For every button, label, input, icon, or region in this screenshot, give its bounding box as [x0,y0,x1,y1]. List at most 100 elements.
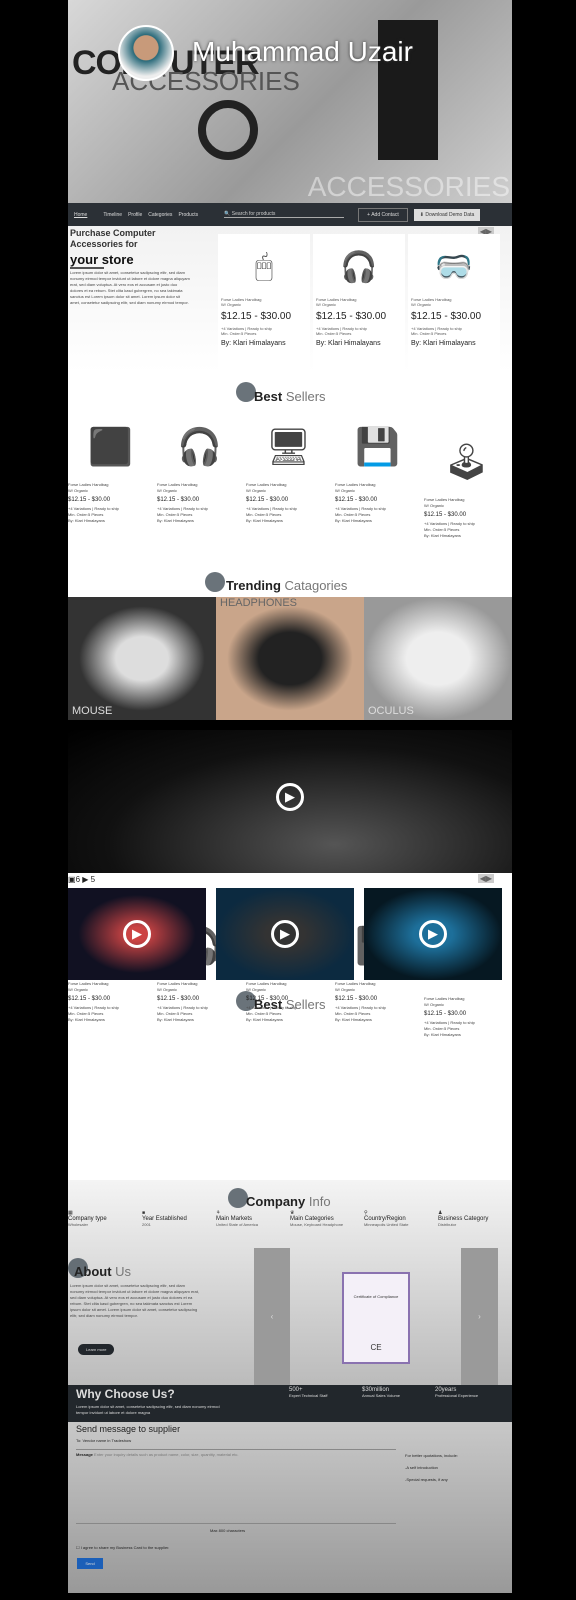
product-image: 🖥 [265,426,312,467]
product-vendor: By: Klari Himalayans [68,518,105,523]
play-icon[interactable]: ▶ [419,920,447,948]
product-price: $12.15 - $30.00 [411,311,482,322]
product-card[interactable]: 🥽 Forse Ladies Handbag W/ Organic $12.15… [408,234,500,372]
product-sub: W/ Organic [246,987,267,992]
char-counter: Max 800 characters [210,1528,246,1533]
video-thumb-headphones[interactable]: ▶ [364,888,502,980]
media-counts: ▣6 ▶ 5 [68,875,95,884]
message-label: Message [76,1452,93,1457]
nav-products[interactable]: Products [178,212,198,218]
company-field: ▦ Company type Wholesaler [68,1210,138,1228]
purchase-section: Purchase Computer Accessories for your s… [68,226,512,372]
nav-home[interactable]: Home [74,212,87,218]
product-price: $12.15 - $30.00 [335,497,378,503]
company-field: ■ Year Established 2001 [142,1210,212,1228]
product-sub: W/ Organic [316,302,337,307]
best-sellers-section: Best Sellers ⬛ Forse Ladies Handbag W/ O… [68,372,512,597]
stat: 500+ Expert Technical Staff [289,1387,339,1399]
cert-prev-button[interactable]: ‹ [254,1248,290,1385]
nav-timeline[interactable]: Timeline [103,212,122,218]
product-price: $12.15 - $30.00 [424,512,467,518]
stat: 20years Professional Experience [435,1387,485,1399]
video-count: 5 [90,875,96,884]
send-message-section: Send message to supplier To: Vendor name… [68,1422,512,1593]
download-label: Download Demo Data [425,211,475,218]
avatar[interactable] [118,25,174,81]
search-input[interactable]: 🔍 Search for products [224,211,345,218]
download-button[interactable]: ⬇ Download Demo Data [413,208,481,221]
company-field: ⚲ Country/Region Minneapolis United State [364,1210,434,1228]
title-a: Company [246,1194,306,1209]
tip: -A self introduction [405,1465,438,1470]
product-image: 🖱 [255,250,273,283]
product-sub: W/ Organic [411,302,432,307]
divider [70,267,104,269]
title-b: Sellers [285,389,326,404]
product-min-order: Min. Order:5 Pieces [411,331,447,336]
image-icon: ▣ [68,875,76,884]
video-thumb-laptop[interactable]: ▶ [68,888,206,980]
company-field: ⚘ Main Markets United State of America [216,1210,286,1228]
field-value: Minneapolis United State [364,1222,409,1227]
play-icon[interactable]: ▶ [123,920,151,948]
search-icon: 🔍 [224,211,231,217]
product-card[interactable]: 🎧 Forse Ladies Handbag W/ Organic $12.15… [313,234,405,372]
best-seller-card[interactable]: 🖥 Forse Ladies Handbag W/ Organic $12.15… [246,412,331,524]
carousel-arrows[interactable]: ◀▶ [477,874,494,883]
purchase-heading-big: your store [70,252,134,267]
field-value: Distributor [438,1222,457,1227]
learn-more-button[interactable]: Learn more [78,1344,115,1355]
product-vendor: By: Klari Himalayans [246,1017,283,1022]
product-sub: W/ Organic [424,1002,445,1007]
purchase-heading: Purchase Computer Accessories for [70,228,156,249]
nav-categories[interactable]: Categories [148,212,172,218]
best-sellers-title: Best Sellers [254,389,326,404]
play-icon[interactable]: ▶ [276,783,304,811]
product-image: 🕹 [443,441,490,482]
category-mouse[interactable]: MOUSE [68,597,216,720]
product-price: $12.15 - $30.00 [221,311,292,322]
product-sub: W/ Organic [335,987,356,992]
message-textarea[interactable]: Message Enter your inquiry details such … [76,1449,396,1524]
best-seller-card[interactable]: ⬛ Forse Ladies Handbag W/ Organic $12.15… [68,412,153,524]
product-vendor: By: Klari Himalayans [68,1017,105,1022]
product-sub: W/ Organic [157,488,178,493]
nav-profile[interactable]: Profile [128,212,142,218]
product-image: 🎧 [177,426,222,467]
decor-dot [205,572,225,592]
title-a: Trending [226,578,281,593]
product-price: $12.15 - $30.00 [316,311,387,322]
product-vendor: By: Klari Himalayans [246,518,283,523]
product-price: $12.15 - $30.00 [68,497,111,503]
decor-dot [236,382,256,402]
product-image: 💾 [355,426,400,467]
product-vendor: By: Klari Himalayans [411,340,476,347]
product-vendor: By: Klari Himalayans [424,533,461,538]
send-button[interactable]: Send [77,1558,103,1569]
product-vendor: By: Klari Himalayans [335,518,372,523]
category-headphones[interactable]: HEADPHONES [216,597,364,720]
hero-watermark: ACCESSORIES [307,171,510,202]
best-seller-card[interactable]: 🕹 Forse Ladies Handbag W/ Organic $12.15… [424,427,509,539]
video-thumb-mouse[interactable]: ▶ [216,888,354,980]
add-contact-button[interactable]: + Add Contact [358,207,408,222]
product-image: 🥽 [435,250,473,284]
video-banner[interactable]: ▶ [68,730,512,873]
category-oculus[interactable]: OCULUS [364,597,512,720]
best-seller-card[interactable]: 🎧 Forse Ladies Handbag W/ Organic $12.15… [157,412,242,524]
product-price: $12.15 - $30.00 [246,497,289,503]
product-image: ⬛ [88,426,133,467]
product-sub: W/ Organic [246,488,267,493]
product-sub: W/ Organic [424,503,445,508]
cert-next-button[interactable]: › [461,1248,498,1385]
product-sub: W/ Organic [157,987,178,992]
title-b: Info [308,1194,331,1209]
best-seller-card[interactable]: 💾 Forse Ladies Handbag W/ Organic $12.15… [335,412,420,524]
trending-title: Trending Catagories [226,578,347,593]
product-card[interactable]: 🖱 Forse Ladies Handbag W/ Organic $12.15… [218,234,310,372]
agree-checkbox[interactable]: ☐ I agree to share my Business Card to t… [76,1545,169,1550]
ce-mark: CE [370,1343,382,1352]
play-icon[interactable]: ▶ [271,920,299,948]
company-info-title: Company Info [246,1194,331,1209]
product-vendor: By: Klari Himalayans [335,1017,372,1022]
